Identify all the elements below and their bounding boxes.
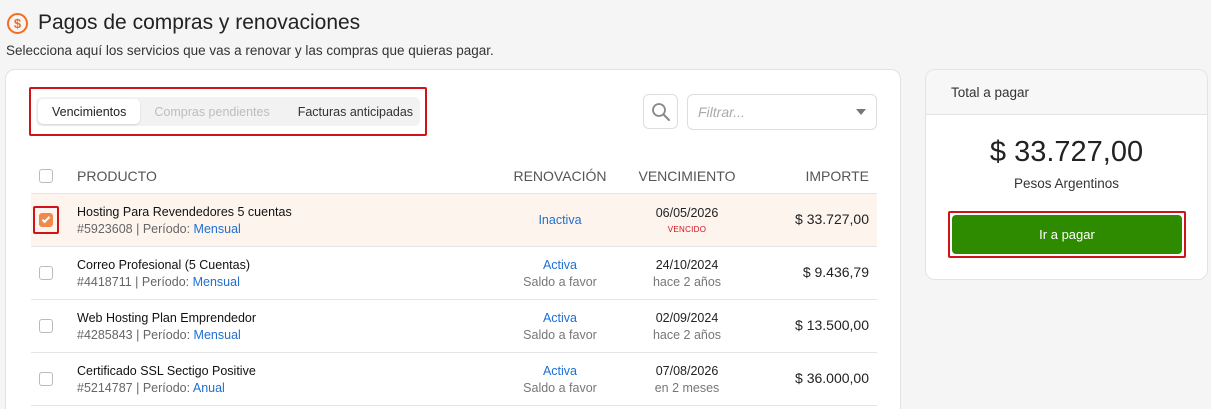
page-subtitle: Selecciona aquí los servicios que vas a … [6,43,494,58]
page-title: Pagos de compras y renovaciones [38,11,361,34]
renewal-sub: Saldo a favor [523,274,597,289]
pay-button[interactable]: Ir a pagar [952,215,1182,254]
table-row[interactable]: Web Hosting Plan Emprendedor #4285843 | … [31,300,877,353]
product-name: Web Hosting Plan Emprendedor [77,310,257,325]
dollar-circle-icon: $ [7,12,28,34]
search-icon [651,102,670,121]
product-name: Certificado SSL Sectigo Positive [77,363,256,378]
select-all-checkbox[interactable] [39,168,53,183]
product-id: #4418711 [77,274,132,289]
due-date: 02/09/2024 [655,310,719,325]
period-link[interactable]: Mensual [194,222,241,236]
product-meta: #4285843 | Período: Mensual [77,328,501,342]
period-label: | Período: [131,274,193,289]
services-card: Vencimientos Compras pendientes Facturas… [5,69,901,409]
header-amount: IMPORTE [805,167,869,184]
period-label: | Período: [132,327,194,342]
checkbox-highlight [33,206,59,234]
renewal-status[interactable]: Activa [501,364,619,378]
period-link[interactable]: Anual [193,381,225,395]
tabs-highlight: Vencimientos Compras pendientes Facturas… [29,87,427,136]
due-relative: hace 2 años [652,274,722,289]
product-id: #5923608 [77,221,133,236]
chevron-down-icon [856,109,866,115]
due-date: 24/10/2024 [655,257,719,272]
renewal-sub: Saldo a favor [523,380,597,395]
header-renewal: RENOVACIÓN [513,167,607,184]
row-amount: $ 33.727,00 [795,211,869,227]
page-header: $ Pagos de compras y renovaciones Selecc… [6,8,906,58]
table-row[interactable]: Hosting Para Revendedores 5 cuentas #592… [31,194,877,247]
period-label: | Período: [132,380,193,395]
row-amount: $ 13.500,00 [795,317,869,333]
row-checkbox[interactable] [39,213,53,227]
product-meta: #5923608 | Período: Mensual [77,222,501,236]
renewal-sub: Saldo a favor [523,327,597,342]
pay-button-highlight: Ir a pagar [948,211,1186,258]
total-amount: $ 33.727,00 [989,136,1144,168]
row-checkbox[interactable] [39,319,53,333]
renewal-status[interactable]: Inactiva [501,213,619,227]
check-icon [41,214,51,224]
tab-bar: Vencimientos Compras pendientes Facturas… [36,97,420,126]
search-button[interactable] [643,94,678,129]
services-table: PRODUCTO RENOVACIÓN VENCIMIENTO IMPORTE … [31,158,877,406]
product-id: #5214787 [77,380,133,395]
table-row[interactable]: Correo Profesional (5 Cuentas) #4418711 … [31,247,877,300]
period-link[interactable]: Mensual [194,328,241,342]
table-row[interactable]: Certificado SSL Sectigo Positive #521478… [31,353,877,406]
due-expired-badge: VENCIDO [667,225,707,234]
tab-vencimientos[interactable]: Vencimientos [38,99,141,124]
currency-label: Pesos Argentinos [1013,176,1120,191]
tab-compras-pendientes[interactable]: Compras pendientes [140,99,283,124]
total-card: Total a pagar $ 33.727,00 Pesos Argentin… [925,69,1208,280]
period-label: | Período: [132,221,194,236]
total-heading: Total a pagar [926,70,1207,115]
row-checkbox[interactable] [39,266,53,280]
row-amount: $ 9.436,79 [802,264,869,280]
due-relative: en 2 meses [654,380,720,395]
due-relative: hace 2 años [652,327,722,342]
row-amount: $ 36.000,00 [795,370,869,386]
row-checkbox[interactable] [39,372,53,386]
period-link[interactable]: Mensual [193,275,240,289]
renewal-status[interactable]: Activa [501,311,619,325]
product-id: #4285843 [77,327,133,342]
product-meta: #4418711 | Período: Mensual [77,275,501,289]
header-due: VENCIMIENTO [638,167,736,184]
header-product: PRODUCTO [77,167,157,184]
filter-select[interactable]: Filtrar... [687,94,877,130]
due-date: 07/08/2026 [655,363,719,378]
tab-facturas-anticipadas[interactable]: Facturas anticipadas [284,99,427,124]
filter-placeholder: Filtrar... [698,104,745,120]
renewal-status[interactable]: Activa [501,258,619,272]
table-header: PRODUCTO RENOVACIÓN VENCIMIENTO IMPORTE [31,158,877,194]
product-name: Correo Profesional (5 Cuentas) [77,257,250,272]
product-meta: #5214787 | Período: Anual [77,381,501,395]
product-name: Hosting Para Revendedores 5 cuentas [77,204,292,219]
due-date: 06/05/2026 [655,206,719,220]
